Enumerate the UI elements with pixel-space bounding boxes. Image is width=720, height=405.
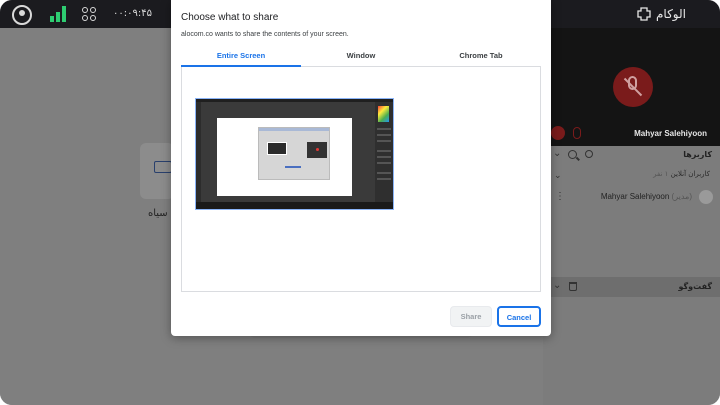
nested-screen-preview — [258, 127, 330, 180]
dialog-subtitle: alocom.co wants to share the contents of… — [181, 31, 349, 38]
online-label: کاربران آنلاین — [670, 170, 710, 178]
online-count: ۱ نفر — [653, 170, 669, 178]
mic-muted-icon — [613, 67, 653, 107]
app-frame: ۰۰:۰۹:۴۵ الوکام ه سیاه Mahyar Salehiyoon… — [0, 0, 720, 405]
apps-grid-icon[interactable] — [82, 7, 96, 21]
blackboard-card[interactable] — [140, 143, 174, 199]
search-icon[interactable] — [568, 150, 577, 159]
tab-chrome-tab[interactable]: Chrome Tab — [421, 51, 541, 67]
alocom-logo-icon — [637, 7, 651, 21]
chevron-down-icon[interactable]: ⌄ — [554, 170, 562, 181]
share-options-area — [181, 67, 541, 292]
online-users-label: کاربران آنلاین ۱ نفر — [653, 170, 710, 178]
chevron-down-icon[interactable]: ⌄ — [553, 280, 561, 291]
video-tile: Mahyar Salehiyoon — [543, 28, 720, 146]
users-panel-header: ⌄ کاربرها — [543, 147, 720, 164]
tab-entire-screen[interactable]: Entire Screen — [181, 51, 301, 67]
chevron-down-icon[interactable]: ⌄ — [553, 148, 561, 159]
chat-panel-header: ⌄ گفت‌وگو — [543, 277, 720, 297]
trash-icon[interactable] — [569, 282, 577, 291]
right-panel: Mahyar Salehiyoon ⌄ کاربرها ⌄ کاربران آن… — [543, 28, 720, 405]
member-name: Mahyar Salehiyoon (مدیر) — [601, 192, 692, 201]
participant-name: Mahyar Salehiyoon — [634, 129, 707, 138]
tab-window[interactable]: Window — [301, 51, 421, 67]
dialog-title: Choose what to share — [181, 12, 279, 23]
session-timer: ۰۰:۰۹:۴۵ — [113, 8, 152, 19]
user-profile-icon[interactable] — [12, 5, 32, 25]
share-button[interactable]: Share — [450, 306, 492, 327]
screen-thumbnail[interactable] — [195, 98, 394, 210]
chat-panel-title: گفت‌وگو — [678, 282, 712, 291]
mic-toggle-icon[interactable] — [573, 127, 581, 139]
avatar — [699, 190, 713, 204]
more-options-icon[interactable]: ⋮ — [555, 191, 565, 202]
share-screen-dialog: Choose what to share alocom.co wants to … — [171, 0, 551, 336]
camera-off-icon[interactable] — [551, 126, 565, 140]
signal-strength-icon[interactable] — [50, 6, 68, 22]
share-tabs: Entire Screen Window Chrome Tab — [181, 47, 541, 67]
member-name-text: Mahyar Salehiyoon — [600, 192, 670, 201]
member-role: (مدیر) — [671, 192, 692, 201]
blackboard-icon — [154, 161, 172, 173]
list-item[interactable]: ⋮ Mahyar Salehiyoon (مدیر) — [543, 189, 720, 205]
app-logo-text: الوکام — [656, 7, 686, 21]
add-user-icon[interactable] — [585, 150, 593, 158]
users-panel-title: کاربرها — [683, 150, 712, 159]
cancel-button[interactable]: Cancel — [497, 306, 541, 327]
